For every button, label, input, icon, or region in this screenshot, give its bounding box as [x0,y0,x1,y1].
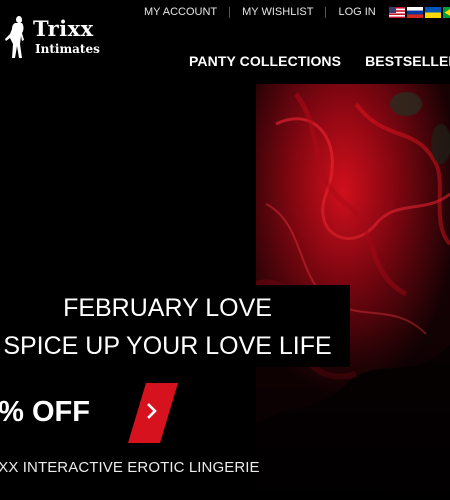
main-nav: PANTY COLLECTIONS BESTSELLERS [189,53,450,69]
ua-flag-icon[interactable] [424,6,441,18]
ru-flag-icon[interactable] [406,6,423,18]
top-links: MY ACCOUNT MY WISHLIST LOG IN [144,5,450,19]
silhouette-icon [5,16,24,58]
logo-subtitle: Intimates [35,42,100,56]
my-account-link[interactable]: MY ACCOUNT [144,6,217,18]
chevron-right-icon [147,403,157,419]
nav-bestsellers[interactable]: BESTSELLERS [365,53,450,69]
logo[interactable]: Trixx Intimates [2,12,102,62]
language-flags [388,6,450,18]
promo-text: 5% OFF [0,396,90,428]
my-wishlist-link[interactable]: MY WISHLIST [242,6,313,18]
log-in-link[interactable]: LOG IN [338,6,375,18]
nav-panty-collections[interactable]: PANTY COLLECTIONS [189,53,341,69]
logo-title: Trixx [33,16,94,41]
promo-cta-button[interactable] [128,383,178,443]
us-flag-icon[interactable] [388,6,405,18]
hero-title: FEBRUARY LOVE [63,294,272,322]
divider [229,6,231,18]
hero-subtitle: SPICE UP YOUR LOVE LIFE [3,332,332,360]
br-flag-icon[interactable] [442,6,450,18]
hero-tagline: IXX INTERACTIVE EROTIC LINGERIE [0,459,260,476]
divider [325,6,327,18]
